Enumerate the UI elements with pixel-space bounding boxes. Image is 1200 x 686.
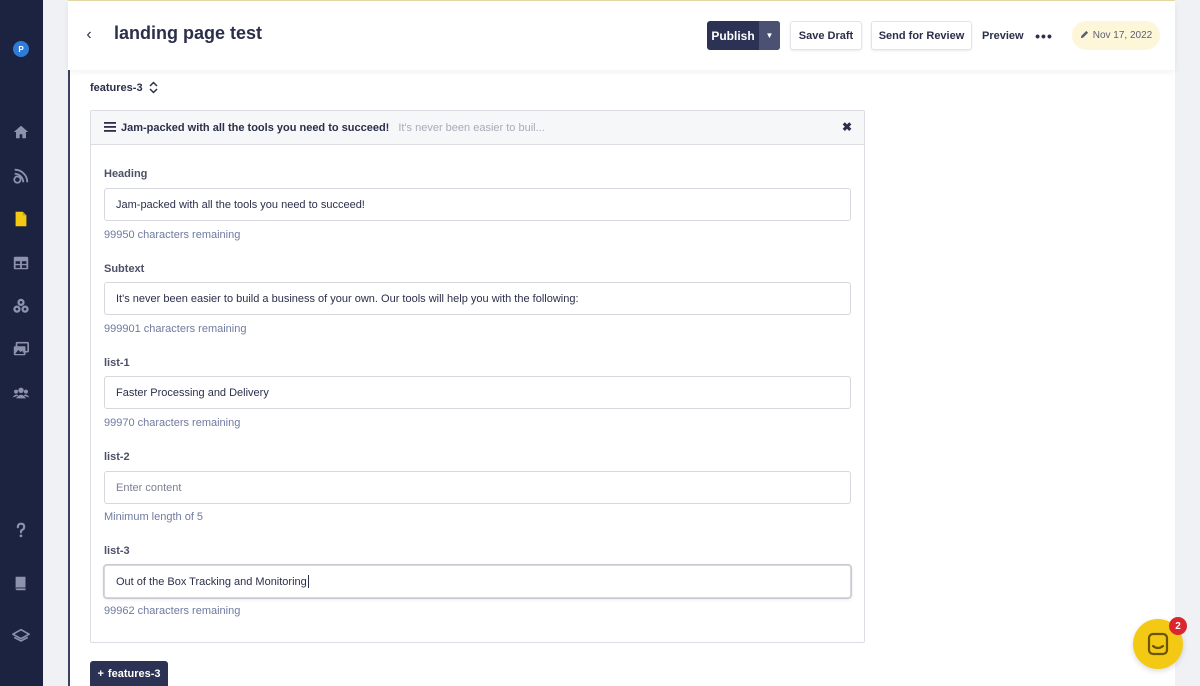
publish-button[interactable]: Publish — [707, 21, 759, 50]
docs-icon[interactable] — [11, 573, 31, 593]
publish-button-group: Publish ▼ — [707, 21, 780, 50]
list-1-label: list-1 — [104, 357, 130, 369]
list-3-help: 99962 characters remaining — [104, 605, 241, 617]
publish-options-button[interactable]: ▼ — [759, 21, 780, 50]
notification-badge: 2 — [1169, 617, 1187, 635]
integrations-icon[interactable] — [11, 296, 31, 316]
date-label: Nov 17, 2022 — [1092, 30, 1153, 41]
subtext-label: Subtext — [104, 263, 145, 275]
list-2-input[interactable]: Enter content — [104, 471, 851, 504]
preview-button[interactable]: Preview — [976, 21, 1030, 50]
list-3-value: Out of the Box Tracking and Monitoring — [116, 575, 307, 588]
left-gutter — [43, 0, 68, 686]
ellipsis-icon: ••• — [1035, 27, 1053, 44]
right-gutter — [1175, 0, 1200, 686]
heading-value: Jam-packed with all the tools you need t… — [116, 198, 365, 211]
subtext-value: It's never been easier to build a busine… — [116, 292, 579, 305]
help-icon[interactable] — [11, 520, 31, 540]
list-3-input[interactable]: Out of the Box Tracking and Monitoring — [104, 565, 851, 598]
editor-header: ‹ landing page test Publish ▼ Save Draft… — [68, 1, 1175, 70]
heading-help: 99950 characters remaining — [104, 229, 241, 241]
page-title: landing page test — [114, 23, 263, 43]
layers-icon[interactable] — [11, 626, 31, 646]
app-logo[interactable]: P — [13, 41, 29, 57]
heading-label: Heading — [104, 168, 148, 180]
more-options-button[interactable]: ••• — [1034, 21, 1054, 50]
media-icon[interactable] — [11, 339, 31, 359]
panel-header[interactable]: Jam-packed with all the tools you need t… — [91, 111, 864, 145]
add-section-button[interactable]: + features-3 — [90, 661, 168, 686]
chevron-left-icon: ‹ — [86, 26, 92, 43]
list-1-input[interactable]: Faster Processing and Delivery — [104, 376, 851, 409]
chat-icon — [1147, 632, 1169, 656]
save-draft-button[interactable]: Save Draft — [790, 21, 862, 50]
list-2-help: Minimum length of 5 — [104, 511, 204, 523]
left-sidebar: P — [0, 0, 43, 686]
send-for-review-button[interactable]: Send for Review — [871, 21, 972, 50]
section-selector[interactable]: features-3 — [90, 81, 158, 94]
close-icon[interactable]: ✖ — [842, 120, 852, 134]
sort-updown-icon — [149, 81, 158, 94]
features-panel: Jam-packed with all the tools you need t… — [90, 110, 865, 643]
hamburger-icon[interactable] — [104, 120, 116, 135]
heading-input[interactable]: Jam-packed with all the tools you need t… — [104, 188, 851, 221]
list-1-value: Faster Processing and Delivery — [116, 386, 269, 399]
text-cursor — [307, 575, 309, 588]
pencil-icon — [1080, 30, 1089, 42]
app-root: P ‹ landing page test Publish ▼ Save Dra… — [0, 0, 1200, 686]
plus-icon: + — [97, 667, 104, 680]
panel-title: Jam-packed with all the tools you need t… — [121, 121, 390, 134]
pages-icon[interactable] — [11, 209, 31, 229]
list-1-help: 99970 characters remaining — [104, 417, 241, 429]
list-2-placeholder: Enter content — [116, 481, 182, 494]
section-selector-label: features-3 — [90, 81, 143, 94]
add-section-label: features-3 — [107, 667, 161, 680]
subtext-help: 999901 characters remaining — [104, 323, 247, 335]
layout-icon[interactable] — [11, 253, 31, 273]
home-icon[interactable] — [11, 122, 31, 142]
chevron-down-icon: ▼ — [765, 31, 774, 40]
list-2-label: list-2 — [104, 451, 130, 463]
back-button[interactable]: ‹ — [82, 25, 96, 45]
content-edge-line — [68, 70, 70, 686]
list-3-label: list-3 — [104, 545, 130, 557]
panel-subtitle: It's never been easier to buil... — [398, 121, 545, 134]
date-badge[interactable]: Nov 17, 2022 — [1072, 21, 1160, 50]
users-icon[interactable] — [11, 383, 31, 403]
blog-icon[interactable] — [11, 166, 31, 186]
subtext-input[interactable]: It's never been easier to build a busine… — [104, 282, 851, 315]
